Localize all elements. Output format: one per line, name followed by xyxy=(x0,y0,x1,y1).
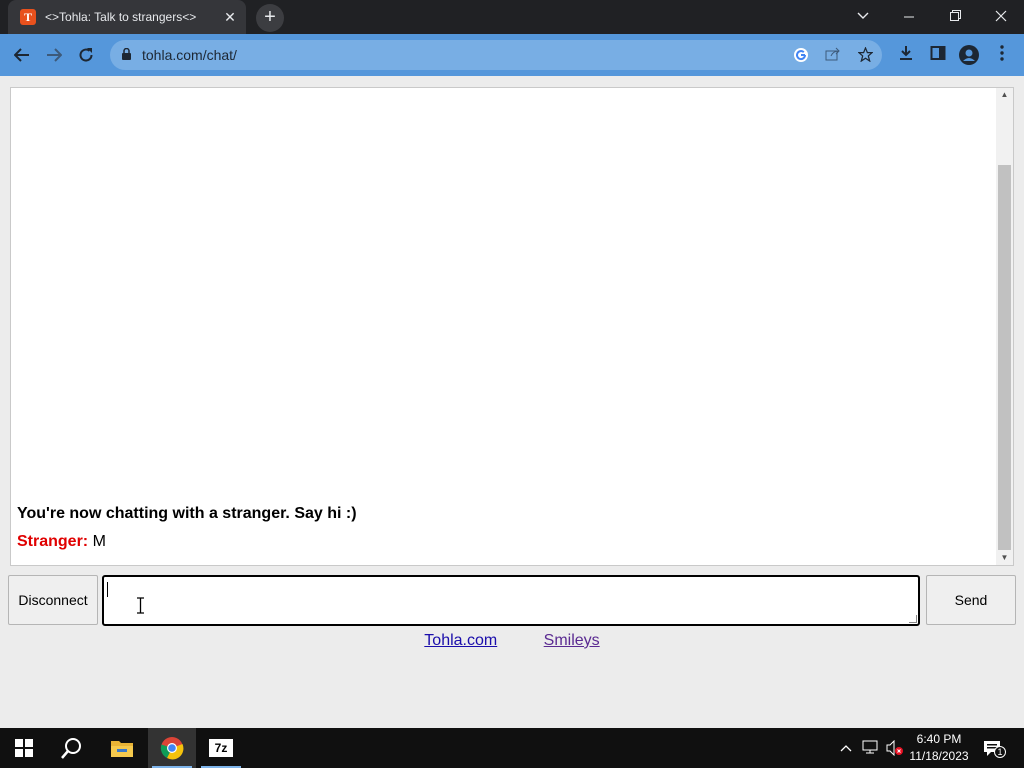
menu-kebab-icon[interactable] xyxy=(992,45,1012,65)
text-caret xyxy=(107,582,108,597)
bookmark-star-icon[interactable] xyxy=(856,46,874,65)
browser-titlebar: T <>Tohla: Talk to strangers<> ✕ + xyxy=(0,0,1024,34)
footer-links: Tohla.com Smileys xyxy=(0,632,1024,650)
notification-count: 1 xyxy=(994,746,1006,758)
browser-toolbar: tohla.com/chat/ xyxy=(0,34,1024,76)
network-icon[interactable] xyxy=(862,740,878,756)
message-text: M xyxy=(92,533,106,550)
reload-icon[interactable] xyxy=(72,41,100,69)
tab-search-chevron-icon[interactable] xyxy=(840,0,886,32)
side-panel-icon[interactable] xyxy=(928,45,948,65)
chat-log[interactable]: You're now chatting with a stranger. Say… xyxy=(10,87,1014,566)
system-message: You're now chatting with a stranger. Say… xyxy=(17,505,357,522)
7zip-label: 7z xyxy=(209,739,233,757)
system-clock[interactable]: 6:40 PM 11/18/2023 xyxy=(904,731,974,765)
notifications-icon[interactable]: 1 xyxy=(982,740,1006,758)
chat-page: You're now chatting with a stranger. Say… xyxy=(0,76,1024,728)
share-icon[interactable] xyxy=(824,47,842,65)
close-window-icon[interactable] xyxy=(978,0,1024,32)
clock-date: 11/18/2023 xyxy=(909,749,969,763)
clock-time: 6:40 PM xyxy=(916,732,962,746)
scroll-down-arrow-icon[interactable]: ▼ xyxy=(996,551,1013,565)
show-hidden-icons-chevron-icon[interactable] xyxy=(838,740,854,756)
scroll-up-arrow-icon[interactable]: ▲ xyxy=(996,88,1013,102)
message-input[interactable] xyxy=(102,575,920,626)
chrome-taskbar-icon[interactable] xyxy=(148,728,196,768)
chat-message: Stranger: M xyxy=(17,533,989,551)
resize-handle[interactable] xyxy=(909,615,917,623)
message-list: You're now chatting with a stranger. Say… xyxy=(17,505,989,551)
windows-taskbar: 7z 6:40 PM 11/18/2023 1 xyxy=(0,728,1024,768)
tab-title: <>Tohla: Talk to strangers<> xyxy=(45,10,197,24)
file-explorer-icon[interactable] xyxy=(98,728,146,768)
search-icon[interactable] xyxy=(48,728,96,768)
7zip-taskbar-icon[interactable]: 7z xyxy=(197,728,245,768)
address-bar[interactable]: tohla.com/chat/ xyxy=(110,40,882,70)
text-cursor-icon xyxy=(137,597,144,614)
restore-icon[interactable] xyxy=(932,0,978,32)
tohla-link[interactable]: Tohla.com xyxy=(424,632,497,649)
stranger-label: Stranger: xyxy=(17,533,89,550)
download-icon[interactable] xyxy=(896,45,916,65)
url-text: tohla.com/chat/ xyxy=(142,47,237,63)
back-arrow-icon[interactable] xyxy=(8,41,36,69)
browser-tab[interactable]: T <>Tohla: Talk to strangers<> ✕ xyxy=(8,0,246,34)
lock-icon xyxy=(122,48,131,60)
tab-close-icon[interactable]: ✕ xyxy=(222,9,238,25)
profile-avatar-icon[interactable] xyxy=(959,45,979,65)
scrollbar-thumb[interactable] xyxy=(998,165,1011,550)
tohla-favicon-icon: T xyxy=(20,9,36,25)
smileys-link[interactable]: Smileys xyxy=(544,632,600,649)
send-button[interactable]: Send xyxy=(926,575,1016,625)
volume-muted-icon[interactable] xyxy=(886,739,903,757)
windows-start-icon[interactable] xyxy=(0,728,48,768)
new-tab-button[interactable]: + xyxy=(256,4,284,32)
disconnect-button[interactable]: Disconnect xyxy=(8,575,98,625)
forward-arrow-icon[interactable] xyxy=(40,41,68,69)
minimize-icon[interactable] xyxy=(886,0,932,32)
google-lens-icon[interactable] xyxy=(792,47,810,65)
chat-scrollbar[interactable]: ▲ ▼ xyxy=(996,88,1013,565)
